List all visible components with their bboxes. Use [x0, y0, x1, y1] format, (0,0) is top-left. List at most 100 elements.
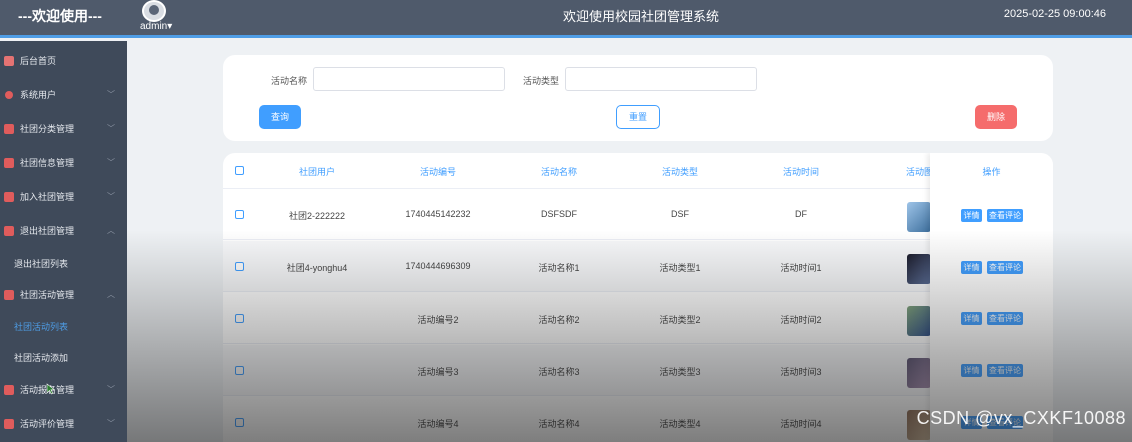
sidebar-item-club-category[interactable]: 社团分类管理 ﹀ — [0, 119, 127, 139]
chevron-down-icon: ﹀ — [107, 90, 115, 99]
sidebar-item-users[interactable]: 系统用户 ﹀ — [0, 85, 127, 105]
chevron-down-icon: ﹀ — [107, 419, 115, 428]
sidebar-item-label: 活动评价管理 — [20, 419, 75, 429]
row-checkbox[interactable] — [235, 314, 244, 323]
cell-name: 活动名称4 — [538, 419, 580, 429]
cell-time: 活动时间1 — [780, 263, 822, 273]
chevron-down-icon: ﹀ — [107, 192, 115, 201]
activity-name-input[interactable] — [313, 67, 505, 91]
sidebar-item-label: 加入社团管理 — [20, 192, 75, 202]
sidebar-item-label: 社团分类管理 — [20, 124, 75, 134]
checkbox-icon — [4, 124, 14, 134]
activity-thumbnail — [907, 306, 931, 336]
row-checkbox[interactable] — [235, 366, 244, 375]
monitor-icon — [4, 56, 14, 66]
sidebar-item-label: 退出社团管理 — [20, 226, 75, 236]
checkbox-icon — [4, 226, 14, 236]
table-row[interactable]: 活动编号3 活动名称3 活动类型3 活动时间3 — [223, 345, 1053, 396]
sidebar-subitem-activity-add[interactable]: 社团活动添加 — [0, 348, 127, 368]
activity-type-input[interactable] — [565, 67, 757, 91]
activity-thumbnail — [907, 358, 931, 388]
cell-type: DSF — [671, 209, 689, 219]
table-row[interactable]: 社团4-yonghu4 1740444696309 活动名称1 活动类型1 活动… — [223, 241, 1053, 292]
column-header-actions: 操作 — [982, 167, 1001, 177]
chevron-up-icon: ︿ — [107, 290, 115, 299]
cell-name: 活动名称2 — [538, 315, 580, 325]
activity-name-label: 活动名称 — [271, 76, 308, 86]
mouse-cursor-icon — [46, 383, 56, 395]
sidebar-item-label: 社团活动管理 — [20, 290, 75, 300]
column-header-code: 活动编号 — [419, 167, 456, 177]
checkbox-icon — [4, 385, 14, 395]
cell-code: 活动编号2 — [417, 315, 459, 325]
activity-type-label: 活动类型 — [523, 76, 560, 86]
cell-code: 活动编号3 — [417, 367, 459, 377]
cell-time: 活动时间4 — [780, 419, 822, 429]
delete-button[interactable]: 删除 — [975, 105, 1017, 129]
cell-type: 活动类型3 — [659, 367, 701, 377]
activity-thumbnail — [907, 254, 931, 284]
sidebar-item-club-activity[interactable]: 社团活动管理 ︿ — [0, 285, 127, 305]
cell-code: 1740445142232 — [405, 209, 471, 219]
sidebar-item-club-info[interactable]: 社团信息管理 ﹀ — [0, 153, 127, 173]
sidebar-item-quit-club[interactable]: 退出社团管理 ︿ — [0, 221, 127, 241]
row-checkbox[interactable] — [235, 210, 244, 219]
cell-type: 活动类型2 — [659, 315, 701, 325]
table-header: 社团用户 活动编号 活动名称 活动类型 活动时间 活动图 — [223, 153, 1053, 189]
chevron-up-icon: ︿ — [107, 226, 115, 235]
table-row[interactable]: 活动编号2 活动名称2 活动类型2 活动时间2 — [223, 293, 1053, 344]
view-reviews-button[interactable]: 查看评论 — [987, 261, 1023, 274]
detail-button[interactable]: 详情 — [961, 209, 982, 222]
column-header-name: 活动名称 — [540, 167, 577, 177]
user-icon — [5, 91, 13, 99]
activity-table: 社团用户 活动编号 活动名称 活动类型 活动时间 活动图 社团2-222222 … — [223, 153, 1053, 442]
watermark: CSDN @vx_CXKF10088 — [916, 408, 1126, 428]
row-checkbox[interactable] — [235, 262, 244, 271]
checkbox-icon — [4, 419, 14, 429]
sidebar-subitem-quit-list[interactable]: 退出社团列表 — [0, 254, 127, 274]
chevron-down-icon: ﹀ — [107, 385, 115, 394]
cell-type: 活动类型4 — [659, 419, 701, 429]
column-header-time: 活动时间 — [782, 167, 819, 177]
system-title: 欢迎使用校园社团管理系统 — [562, 9, 719, 24]
sidebar-item-join-club[interactable]: 加入社团管理 ﹀ — [0, 187, 127, 207]
checkbox-icon — [4, 158, 14, 168]
checkbox-icon — [4, 290, 14, 300]
cell-time: 活动时间3 — [780, 367, 822, 377]
cell-code: 活动编号4 — [417, 419, 459, 429]
cell-user: 社团2-222222 — [288, 211, 346, 221]
cell-name: DSFSDF — [541, 209, 577, 219]
table-row[interactable]: 社团2-222222 1740445142232 DSFSDF DSF DF — [223, 189, 1053, 240]
sidebar-item-dashboard[interactable]: 后台首页 — [0, 51, 127, 71]
sidebar-item-label: 社团信息管理 — [20, 158, 75, 168]
view-reviews-button[interactable]: 查看评论 — [987, 312, 1023, 325]
sidebar-item-label: 后台首页 — [20, 56, 57, 66]
sidebar-item-activity-signup[interactable]: 活动报名管理 ﹀ — [0, 380, 127, 400]
operations-column: 操作 详情 查看评论 详情 查看评论 详情 查看评论 详情 查看评论 详情 查看… — [930, 153, 1053, 442]
sidebar-item-label: 系统用户 — [20, 90, 57, 100]
detail-button[interactable]: 详情 — [961, 312, 982, 325]
search-button[interactable]: 查询 — [259, 105, 301, 129]
cell-type: 活动类型1 — [659, 263, 701, 273]
checkbox-icon — [4, 192, 14, 202]
detail-button[interactable]: 详情 — [961, 364, 982, 377]
column-header-type: 活动类型 — [661, 167, 698, 177]
cell-name: 活动名称1 — [538, 263, 580, 273]
chevron-down-icon: ﹀ — [107, 158, 115, 167]
view-reviews-button[interactable]: 查看评论 — [987, 209, 1023, 222]
sidebar-item-activity-review[interactable]: 活动评价管理 ﹀ — [0, 414, 127, 434]
chevron-down-icon: ﹀ — [107, 124, 115, 133]
reset-button[interactable]: 重置 — [616, 105, 660, 129]
activity-thumbnail — [907, 202, 931, 232]
sidebar-subitem-activity-list[interactable]: 社团活动列表 — [0, 317, 127, 337]
select-all-checkbox[interactable] — [235, 166, 244, 175]
column-header-user: 社团用户 — [298, 167, 335, 177]
cell-code: 1740444696309 — [405, 261, 471, 271]
view-reviews-button[interactable]: 查看评论 — [987, 364, 1023, 377]
row-checkbox[interactable] — [235, 418, 244, 427]
datetime: 2025-02-25 09:00:46 — [1003, 8, 1106, 20]
search-panel: 活动名称 活动类型 查询 重置 删除 — [223, 55, 1053, 141]
detail-button[interactable]: 详情 — [961, 261, 982, 274]
cell-user: 社团4-yonghu4 — [286, 263, 348, 273]
top-header: ---欢迎使用--- admin▾ 欢迎使用校园社团管理系统 2025-02-2… — [0, 0, 1132, 38]
